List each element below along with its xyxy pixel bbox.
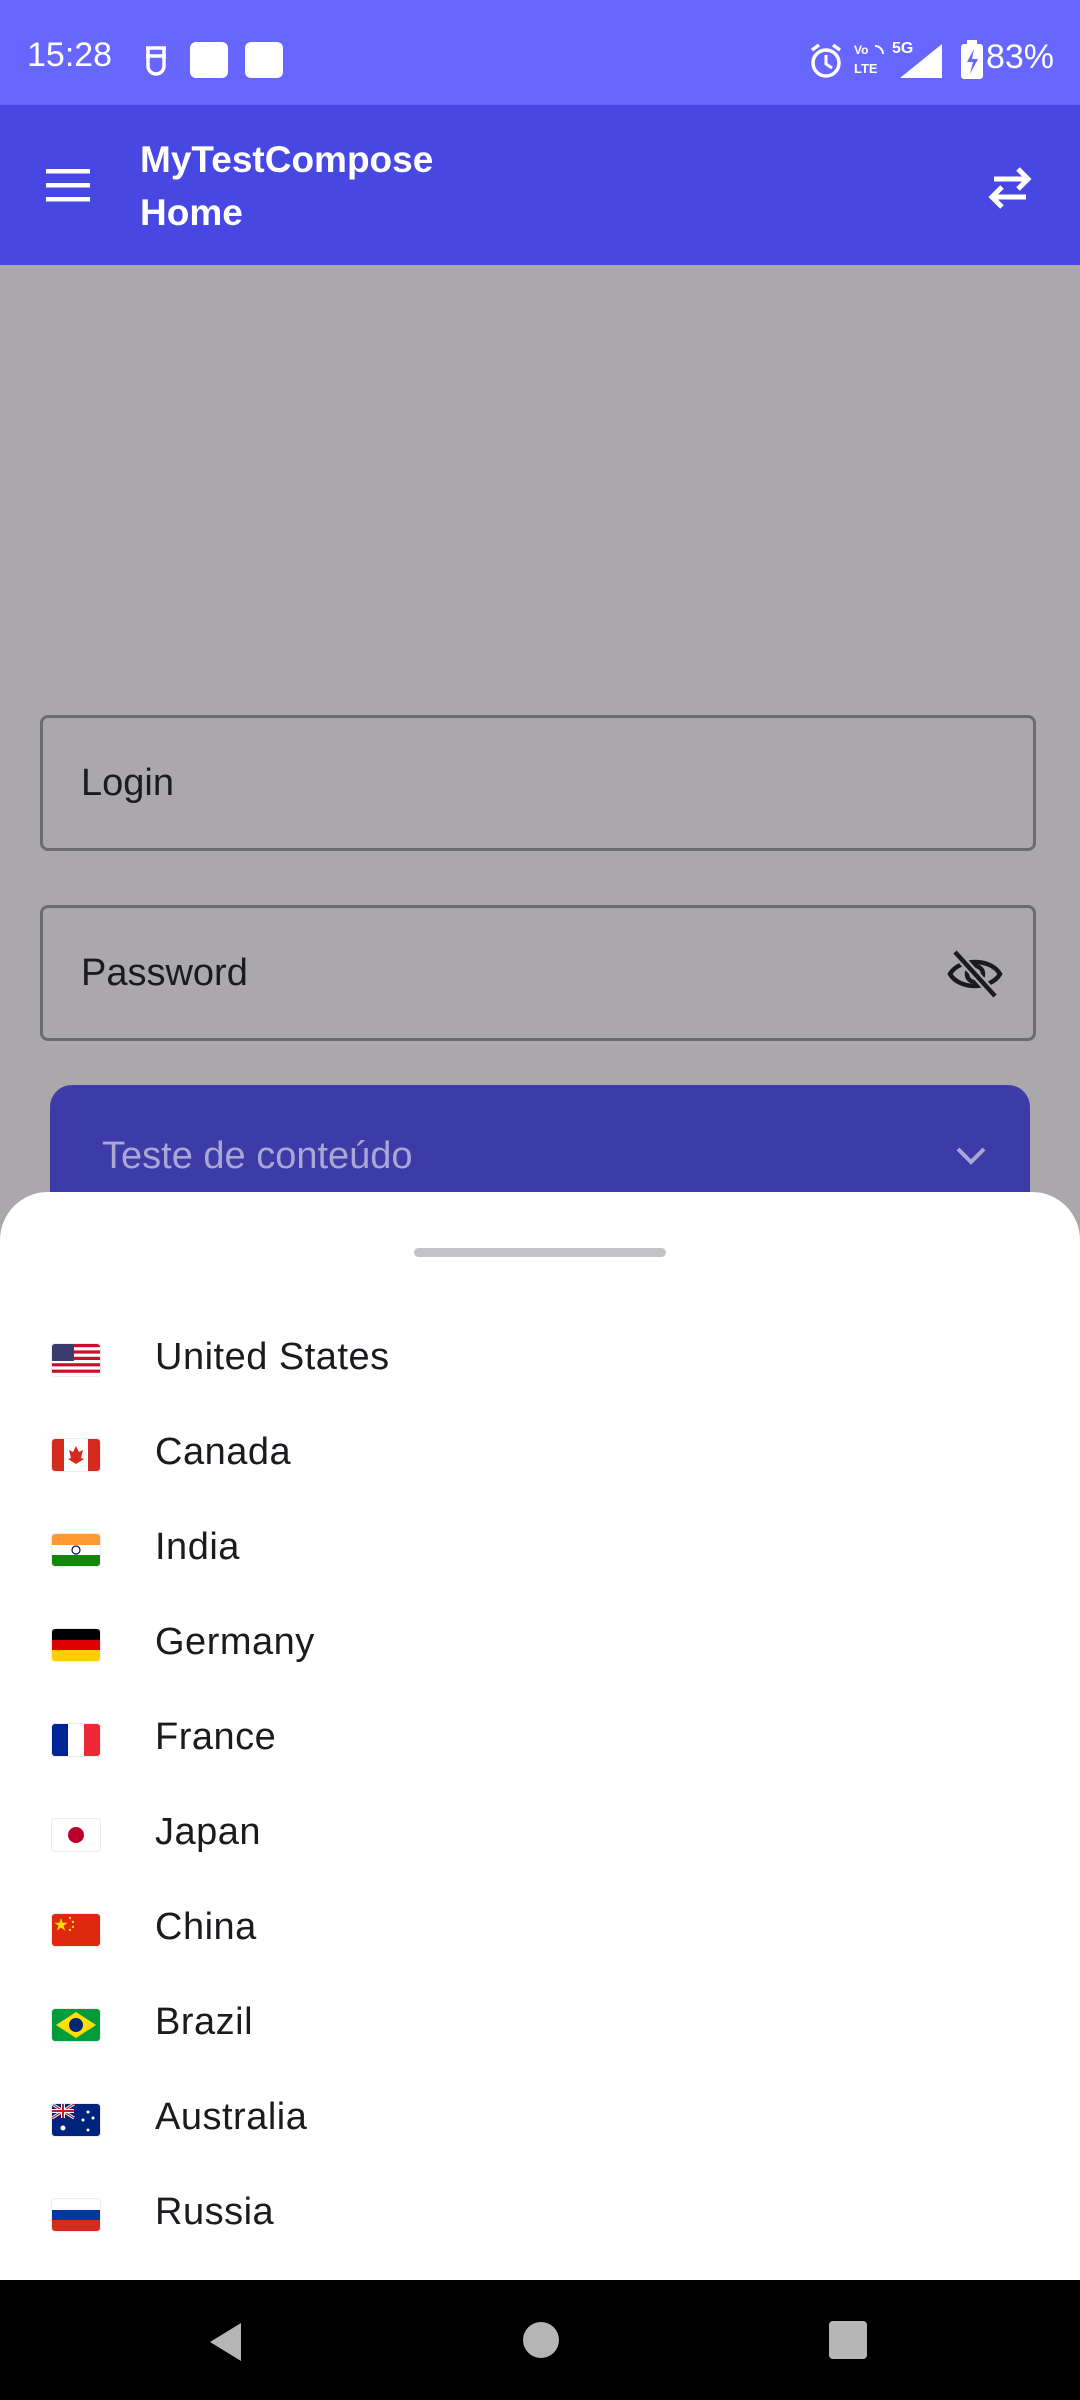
- us-flag-icon: [52, 1344, 100, 1376]
- app-title: MyTestCompose Home: [140, 133, 560, 239]
- country-item-india[interactable]: India: [0, 1502, 1080, 1597]
- battery-charging-icon: [961, 40, 983, 79]
- jp-flag-icon: [52, 1819, 100, 1851]
- menu-icon[interactable]: [40, 161, 100, 211]
- top-app-bar: MyTestCompose Home: [0, 105, 1080, 265]
- country-name: India: [155, 1526, 240, 1568]
- password-placeholder: Password: [81, 952, 248, 994]
- svg-text:LTE: LTE: [854, 61, 878, 76]
- country-item-brazil[interactable]: Brazil: [0, 1977, 1080, 2072]
- country-item-france[interactable]: France: [0, 1692, 1080, 1787]
- country-item-japan[interactable]: Japan: [0, 1787, 1080, 1882]
- country-item-canada[interactable]: Canada: [0, 1407, 1080, 1502]
- ru-flag-icon: [52, 2199, 100, 2231]
- login-placeholder: Login: [81, 762, 174, 804]
- login-field[interactable]: Login: [40, 715, 1036, 851]
- back-icon[interactable]: [205, 2320, 245, 2364]
- app-title-line2: Home: [140, 192, 243, 233]
- country-item-russia[interactable]: Russia: [0, 2167, 1080, 2262]
- svg-text:Vo: Vo: [854, 43, 868, 57]
- country-item-china[interactable]: China: [0, 1882, 1080, 1977]
- country-bottom-sheet: United States Canada India Germany Franc…: [0, 1192, 1080, 2280]
- status-time: 15:28: [27, 36, 113, 74]
- visibility-off-icon[interactable]: [947, 948, 1003, 1000]
- country-name: Australia: [155, 2096, 308, 2138]
- home-icon[interactable]: [521, 2320, 561, 2360]
- chevron-down-icon: [956, 1147, 986, 1165]
- signal-icon: 5G: [892, 40, 942, 78]
- svg-text:5G: 5G: [892, 40, 913, 57]
- country-name: Russia: [155, 2191, 275, 2233]
- country-name: Germany: [155, 1621, 315, 1663]
- au-flag-icon: [52, 2104, 100, 2136]
- notification-app-icon: [190, 42, 228, 78]
- status-notification-icon: [146, 46, 166, 76]
- app-title-line1: MyTestCompose: [140, 139, 434, 180]
- notification-app-icon: [245, 42, 283, 78]
- country-name: France: [155, 1716, 277, 1758]
- country-item-united-states[interactable]: United States: [0, 1312, 1080, 1407]
- br-flag-icon: [52, 2009, 100, 2041]
- recents-icon[interactable]: [828, 2320, 868, 2360]
- cn-flag-icon: [52, 1914, 100, 1946]
- swap-horiz-icon[interactable]: [980, 157, 1040, 217]
- system-navigation-bar: [0, 2280, 1080, 2400]
- country-list: United States Canada India Germany Franc…: [0, 1312, 1080, 2262]
- dropdown-label: Teste de conteúdo: [102, 1135, 413, 1177]
- country-name: Japan: [155, 1811, 262, 1853]
- sheet-drag-handle[interactable]: [414, 1248, 666, 1257]
- status-bar: 15:28 Vo LTE 5G 83%: [0, 0, 1080, 105]
- battery-percentage: 83%: [985, 38, 1054, 76]
- country-name: Canada: [155, 1431, 292, 1473]
- country-item-germany[interactable]: Germany: [0, 1597, 1080, 1692]
- alarm-icon: [810, 43, 842, 78]
- volte-icon: Vo LTE: [854, 43, 884, 76]
- de-flag-icon: [52, 1629, 100, 1661]
- in-flag-icon: [52, 1534, 100, 1566]
- app-screen: 15:28 Vo LTE 5G 83% MyTestCompose Home L…: [0, 0, 1080, 2400]
- country-name: Brazil: [155, 2001, 254, 2043]
- fr-flag-icon: [52, 1724, 100, 1756]
- country-item-australia[interactable]: Australia: [0, 2072, 1080, 2167]
- country-name: China: [155, 1906, 257, 1948]
- country-name: United States: [155, 1336, 390, 1378]
- password-field[interactable]: Password: [40, 905, 1036, 1041]
- ca-flag-icon: [52, 1439, 100, 1471]
